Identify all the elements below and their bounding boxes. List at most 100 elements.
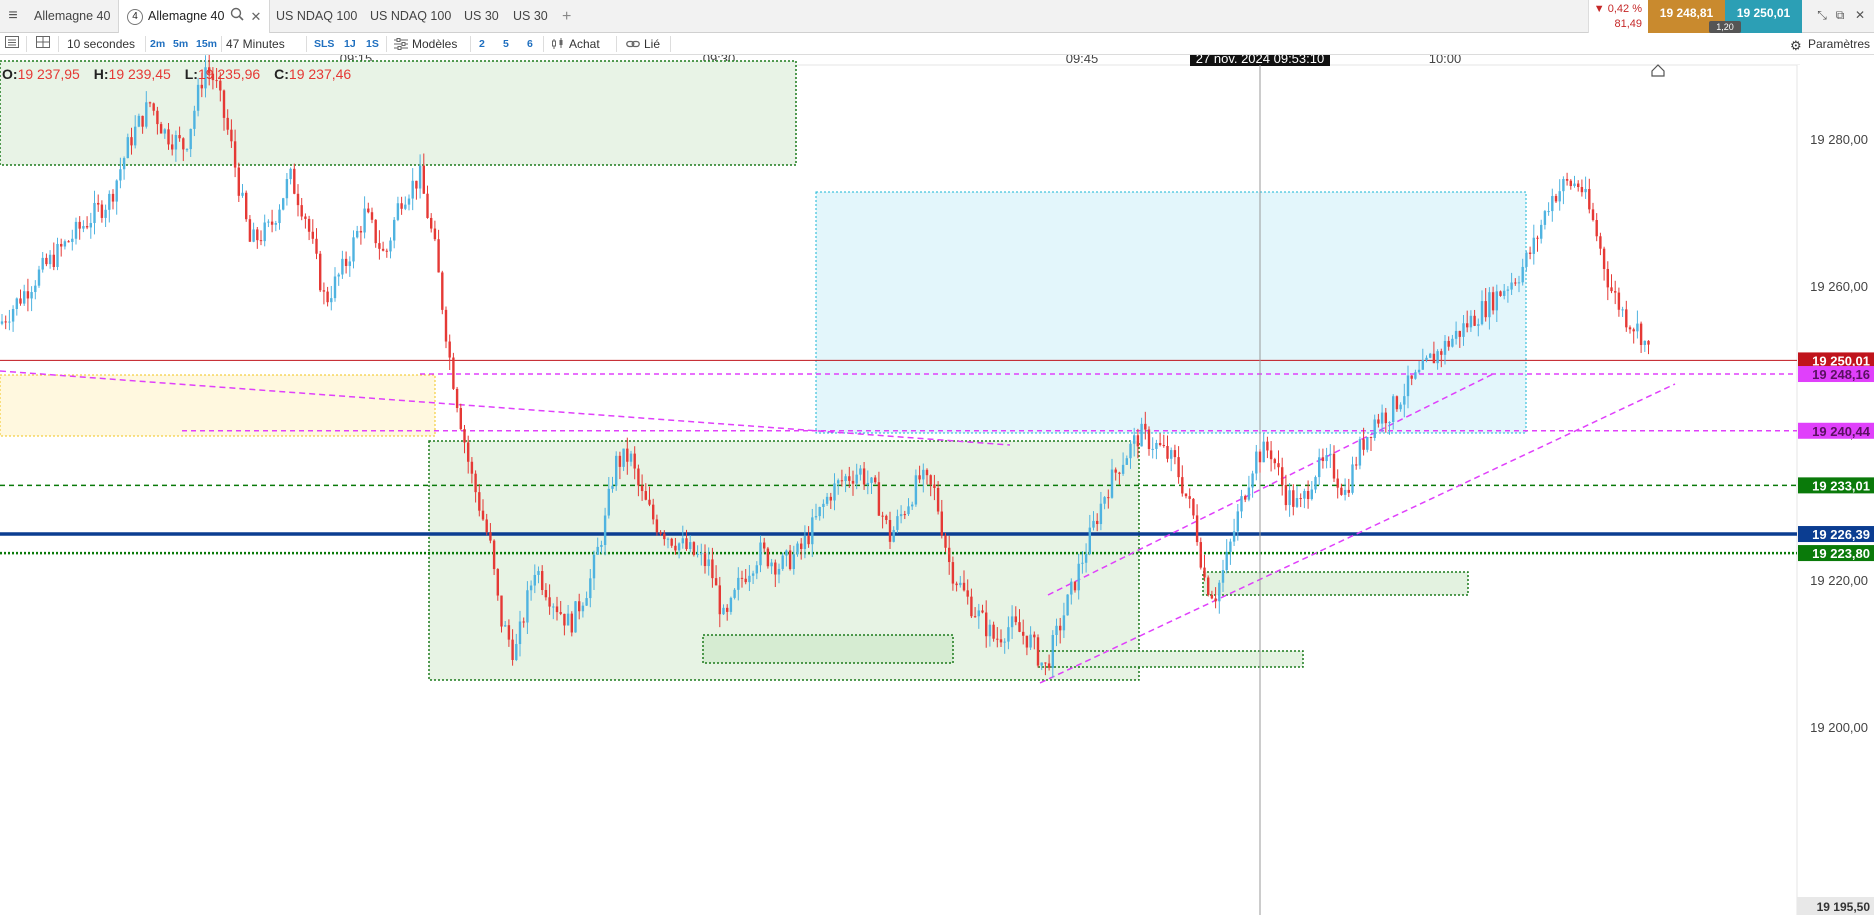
- candle-body: [441, 272, 444, 310]
- candle-body: [829, 496, 832, 501]
- popout-icon[interactable]: ⧉: [1832, 8, 1848, 23]
- buy-button[interactable]: Achat: [551, 33, 600, 55]
- candle-body: [640, 485, 644, 492]
- candle-body: [977, 610, 980, 617]
- candle-body: [807, 535, 810, 545]
- zone-yellow[interactable]: [0, 374, 436, 437]
- candle-body: [1554, 196, 1558, 202]
- candle-body: [1473, 315, 1476, 326]
- settings-label: Paramètres: [1808, 37, 1871, 51]
- tab-label: US 30: [513, 9, 548, 23]
- candle-body: [1362, 439, 1365, 450]
- collapse-icon[interactable]: ⤡: [1814, 8, 1830, 23]
- candle-body: [955, 583, 958, 586]
- zone-green-small-c[interactable]: [1202, 571, 1469, 596]
- interval-15m-button[interactable]: 15m: [196, 33, 217, 55]
- tab-allemagne-40-a[interactable]: Allemagne 40: [26, 0, 118, 33]
- candle-body: [833, 483, 836, 501]
- candle-body: [300, 205, 303, 217]
- list-icon[interactable]: [5, 33, 19, 55]
- candle-body: [822, 503, 825, 508]
- price-chart[interactable]: 09:15 09:30 09:45 10:00 27 nov. 2024 09:…: [0, 55, 1874, 915]
- interval-2m-button[interactable]: 2m: [150, 33, 165, 55]
- candle-body: [629, 453, 633, 462]
- zone-cyan[interactable]: [815, 191, 1527, 434]
- candle-body: [1022, 631, 1025, 636]
- quick-6-button[interactable]: 6: [527, 33, 533, 55]
- candle-body: [566, 613, 570, 626]
- candle-body: [1384, 412, 1387, 424]
- candle-body: [1177, 457, 1180, 478]
- close-icon[interactable]: ✕: [250, 0, 261, 33]
- candle-body: [1181, 477, 1184, 494]
- quick-5-button[interactable]: 5: [503, 33, 509, 55]
- candle-body: [263, 222, 266, 242]
- candle-body: [200, 84, 203, 89]
- candle-body: [378, 243, 381, 249]
- candle-body: [703, 553, 707, 567]
- candle-body: [193, 110, 196, 129]
- candle-body: [1366, 437, 1369, 450]
- candle-body: [256, 229, 259, 241]
- candle-body: [922, 469, 925, 480]
- preset-1s-button[interactable]: 1S: [366, 33, 379, 55]
- tab-us-30-a[interactable]: US 30: [456, 0, 507, 33]
- candle-body: [459, 408, 462, 430]
- candle-body: [448, 341, 451, 358]
- price-line-label: 19 248,16: [1812, 367, 1870, 382]
- candle-body: [74, 221, 78, 239]
- interval-select[interactable]: 10 secondes: [67, 33, 135, 55]
- candle-body: [992, 624, 995, 639]
- layout-icon[interactable]: [36, 33, 50, 55]
- candle-body: [788, 550, 792, 570]
- close-window-icon[interactable]: ✕: [1852, 8, 1868, 22]
- candle-body: [940, 511, 943, 536]
- candle-body: [607, 488, 610, 516]
- preset-sls-button[interactable]: SLS: [314, 33, 334, 55]
- candle-body: [1466, 323, 1469, 328]
- tab-us-30-b[interactable]: US 30: [505, 0, 556, 33]
- link-button[interactable]: Lié: [626, 33, 660, 55]
- candle-body: [163, 129, 166, 134]
- interval-5m-button[interactable]: 5m: [173, 33, 188, 55]
- candle-body: [1055, 625, 1058, 636]
- candle-body: [966, 590, 969, 597]
- candle-body: [911, 504, 914, 507]
- tab-allemagne-40-active[interactable]: 4 Allemagne 40 ✕: [118, 0, 271, 33]
- models-button[interactable]: Modèles: [394, 33, 457, 55]
- tab-us-ndaq-100-b[interactable]: US NDAQ 100: [362, 0, 459, 33]
- menu-icon[interactable]: ≡: [4, 6, 22, 26]
- candle-body: [729, 597, 733, 612]
- candle-body: [1240, 496, 1243, 512]
- candle-body: [71, 238, 74, 242]
- candle-body: [1532, 237, 1535, 254]
- candle-body: [23, 291, 26, 304]
- candle-body: [1255, 451, 1258, 474]
- candle-body: [1007, 627, 1010, 642]
- candle-body: [1528, 252, 1532, 254]
- candle-body: [1292, 490, 1295, 507]
- candle-body: [800, 543, 803, 550]
- quick-2-button[interactable]: 2: [479, 33, 485, 55]
- candle-body: [511, 639, 514, 660]
- candle-body: [1188, 496, 1191, 499]
- preset-1j-button[interactable]: 1J: [344, 33, 356, 55]
- search-icon[interactable]: [230, 0, 245, 33]
- candle-body: [19, 298, 22, 304]
- candle-body: [1207, 577, 1210, 595]
- candle-body: [1066, 594, 1069, 616]
- candle-body: [89, 223, 92, 228]
- candle-body: [862, 468, 866, 485]
- tab-us-ndaq-100-a[interactable]: US NDAQ 100: [268, 0, 365, 33]
- candle-body: [1010, 616, 1014, 628]
- range-select[interactable]: 47 Minutes: [226, 33, 285, 55]
- settings-button[interactable]: ⚙ Paramètres: [1790, 33, 1870, 55]
- candle-body: [34, 285, 37, 293]
- candle-body: [1036, 637, 1040, 666]
- candle-body: [1258, 451, 1262, 463]
- zone-green-small-a[interactable]: [702, 634, 954, 664]
- candle-body: [1195, 515, 1199, 543]
- candle-body: [877, 482, 881, 516]
- candle-body: [344, 258, 348, 266]
- add-tab-icon[interactable]: +: [562, 0, 571, 33]
